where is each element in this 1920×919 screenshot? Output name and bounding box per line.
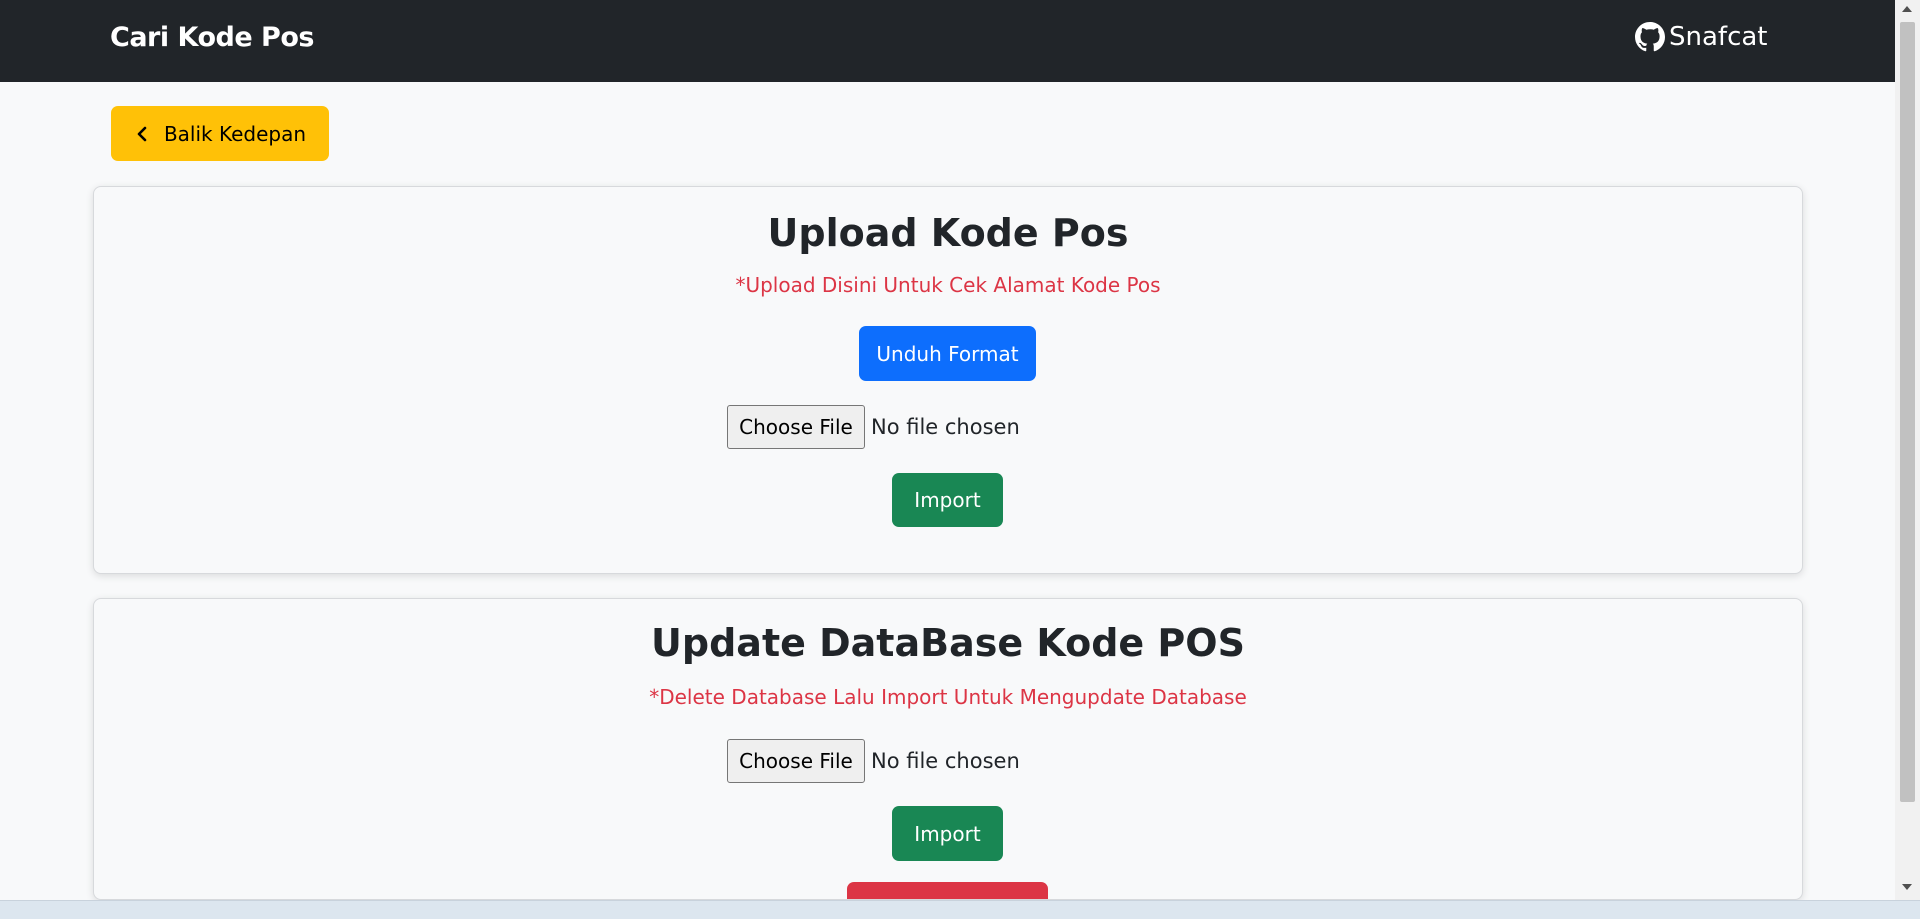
brand-title[interactable]: Cari Kode Pos: [110, 22, 314, 53]
update-database-card: Update DataBase Kode POS *Delete Databas…: [93, 598, 1803, 900]
back-button[interactable]: Balik Kedepan: [111, 106, 329, 161]
github-label: Snafcat: [1669, 22, 1768, 52]
download-format-button[interactable]: Unduh Format: [859, 326, 1036, 381]
back-button-label: Balik Kedepan: [163, 121, 307, 146]
update-file-input[interactable]: Choose File No file chosen: [727, 739, 1020, 783]
import-button[interactable]: Import: [892, 473, 1003, 527]
upload-card: Upload Kode Pos *Upload Disini Untuk Cek…: [93, 186, 1803, 574]
update-card-note: *Delete Database Lalu Import Untuk Mengu…: [649, 685, 1247, 709]
top-navbar: Cari Kode Pos Snafcat: [0, 0, 1895, 82]
scrollbar-thumb[interactable]: [1900, 22, 1915, 802]
os-taskbar: [0, 900, 1920, 919]
upload-card-note: *Upload Disini Untuk Cek Alamat Kode Pos: [735, 273, 1161, 297]
vertical-scrollbar[interactable]: [1895, 0, 1920, 900]
choose-file-button[interactable]: Choose File: [727, 739, 865, 783]
delete-database-button[interactable]: [847, 882, 1048, 899]
file-status-text: No file chosen: [871, 415, 1020, 439]
import-button[interactable]: Import: [892, 806, 1003, 861]
scroll-down-arrow-icon[interactable]: [1902, 884, 1912, 890]
github-icon: [1635, 22, 1665, 52]
update-card-title: Update DataBase Kode POS: [651, 621, 1245, 665]
upload-file-input[interactable]: Choose File No file chosen: [727, 405, 1020, 449]
scroll-up-arrow-icon[interactable]: [1902, 6, 1912, 12]
chevron-left-icon: [134, 126, 150, 142]
github-link[interactable]: Snafcat: [1635, 22, 1768, 52]
upload-card-title: Upload Kode Pos: [767, 211, 1129, 255]
choose-file-button[interactable]: Choose File: [727, 405, 865, 449]
file-status-text: No file chosen: [871, 749, 1020, 773]
